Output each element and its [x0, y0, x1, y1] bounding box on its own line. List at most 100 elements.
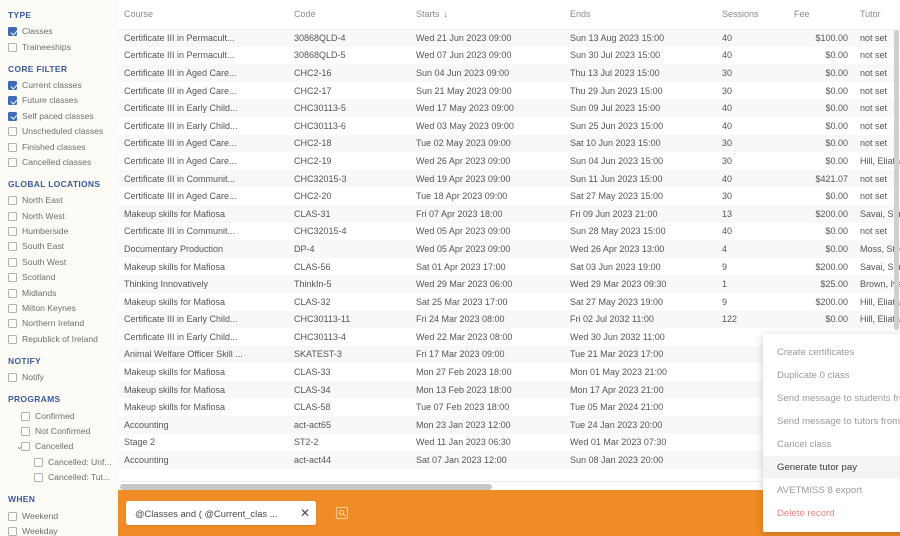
table-row[interactable]: Certificate III in Aged Care... CHC2-16 Su…	[118, 64, 900, 82]
checkbox-checked-icon[interactable]	[8, 27, 17, 37]
table-row[interactable]: Thinking Innovatively ThinkIn-5 Wed 29 Mar…	[118, 275, 900, 293]
checkbox-icon[interactable]	[21, 442, 30, 452]
checkbox-icon[interactable]	[8, 142, 17, 152]
context-menu-item[interactable]: Send message to students from 0 class	[763, 387, 900, 410]
context-menu-item[interactable]: Cancel class	[763, 433, 900, 456]
cell-code: CLAS-31	[294, 208, 331, 219]
cell-code: DP-4	[294, 243, 315, 254]
checkbox-icon[interactable]	[8, 334, 17, 344]
context-menu-item[interactable]: Delete record	[763, 502, 900, 525]
filter-option[interactable]: North East	[8, 193, 118, 208]
column-header-code[interactable]: Code	[288, 0, 410, 30]
checkbox-icon[interactable]	[8, 127, 17, 137]
checkbox-icon[interactable]	[8, 242, 17, 252]
filter-option[interactable]: Milton Keynes	[8, 301, 118, 316]
checkbox-icon[interactable]	[8, 42, 17, 52]
checkbox-icon[interactable]	[21, 411, 30, 421]
table-row[interactable]: Certificate III in Aged Care... CHC2-17 Su…	[118, 81, 900, 100]
column-header-tutor[interactable]: Tutor	[854, 0, 900, 30]
table-head: Course Code Starts ↓ Ends Sessions Fee Tu…	[118, 0, 900, 30]
column-header-sessions[interactable]: Sessions	[716, 0, 788, 30]
cell-fee: $0.00	[825, 103, 848, 114]
column-header-starts[interactable]: Starts ↓	[410, 0, 564, 30]
checkbox-icon[interactable]	[8, 304, 17, 314]
cell-ends: Mon 01 May 2023 21:00	[570, 367, 668, 378]
filter-option-label: Cancelled	[35, 441, 74, 452]
table-row[interactable]: Certificate III in Early Child... CHC3011…	[118, 310, 900, 329]
table-row[interactable]: Documentary Production DP-4 Wed 05 Apr 202…	[118, 240, 900, 258]
checkbox-icon[interactable]	[8, 196, 17, 206]
filter-option[interactable]: Not Confirmed	[8, 424, 118, 439]
checkbox-checked-icon[interactable]	[8, 80, 17, 90]
column-header-fee[interactable]: Fee	[788, 0, 854, 30]
save-search-icon[interactable]	[334, 506, 349, 521]
filter-option[interactable]: Finished classes	[8, 139, 118, 154]
filter-option[interactable]: South West	[8, 255, 118, 270]
checkbox-icon[interactable]	[8, 157, 17, 167]
table-vertical-scrollbar-thumb[interactable]	[893, 30, 899, 330]
filter-option[interactable]: Cancelled classes	[8, 155, 118, 170]
checkbox-checked-icon[interactable]	[8, 111, 17, 121]
table-row[interactable]: Makeup skills for Mafiosa CLAS-56 Sat 01 A…	[118, 257, 900, 276]
table-row[interactable]: Certificate III in Permacult... 30868QLD-…	[118, 46, 900, 65]
filter-option[interactable]: Cancelled: Unf...	[8, 455, 118, 470]
filter-option[interactable]: Future classes	[8, 93, 118, 108]
filter-option[interactable]: Midlands	[8, 285, 118, 300]
filter-option[interactable]: ⌄ Cancelled	[8, 439, 118, 454]
filter-option[interactable]: Classes	[8, 24, 118, 39]
checkbox-icon[interactable]	[8, 373, 17, 383]
filter-option[interactable]: Northern Ireland	[8, 316, 118, 331]
table-row[interactable]: Certificate III in Aged Care... CHC2-20 Tu…	[118, 187, 900, 205]
checkbox-icon[interactable]	[8, 273, 17, 283]
table-row[interactable]: Certificate III in Aged Care... CHC2-19 We…	[118, 152, 900, 170]
context-menu-item[interactable]: Duplicate 0 class	[763, 364, 900, 387]
filter-option[interactable]: Current classes	[8, 78, 118, 93]
filter-option[interactable]: South East	[8, 239, 118, 254]
filter-option-label: Weekday	[22, 525, 58, 536]
checkbox-icon[interactable]	[8, 211, 17, 221]
filter-option[interactable]: Notify	[8, 370, 118, 385]
table-row[interactable]: Makeup skills for Mafiosa CLAS-32 Sat 25 M…	[118, 292, 900, 311]
table-row[interactable]: Certificate III in Early Child... CHC3011…	[118, 99, 900, 117]
checkbox-icon[interactable]	[8, 288, 17, 298]
table-row[interactable]: Certificate III in Aged Care... CHC2-18 Tu…	[118, 134, 900, 153]
context-menu-item[interactable]: AVETMISS 8 export	[763, 479, 900, 502]
filter-option[interactable]: Cancelled: Tut...	[8, 470, 118, 485]
table-horizontal-scrollbar-thumb[interactable]	[120, 483, 492, 490]
clear-search-icon[interactable]: ✕	[300, 507, 310, 519]
checkbox-icon[interactable]	[34, 457, 43, 467]
filter-option[interactable]: Weekend	[8, 508, 118, 523]
context-menu-item[interactable]: Generate tutor pay	[763, 456, 900, 479]
checkbox-checked-icon[interactable]	[8, 96, 17, 106]
checkbox-icon[interactable]	[8, 227, 17, 237]
filter-option[interactable]: Scotland	[8, 270, 118, 285]
table-row[interactable]: Certificate III in Permacult... 30868QLD-…	[118, 29, 900, 47]
column-header-ends[interactable]: Ends	[564, 0, 716, 30]
checkbox-icon[interactable]	[8, 526, 17, 536]
search-field[interactable]: @Classes and ( @Current_clas ... ✕	[126, 501, 316, 525]
table-row[interactable]: Makeup skills for Mafiosa CLAS-31 Fri 07 A…	[118, 204, 900, 223]
checkbox-icon[interactable]	[8, 257, 17, 267]
checkbox-icon[interactable]	[34, 473, 43, 483]
column-header-course[interactable]: Course	[118, 0, 288, 30]
filter-option[interactable]: Self paced classes	[8, 109, 118, 124]
filter-sidebar: TYPE Classes Traineeships CORE FILTER Curren…	[0, 0, 118, 536]
filter-option[interactable]: Republick of Ireland	[8, 332, 118, 347]
filter-option[interactable]: North West	[8, 209, 118, 224]
filter-option[interactable]: Unscheduled classes	[8, 124, 118, 139]
table-row[interactable]: Certificate III in Early Child... CHC3011…	[118, 116, 900, 135]
table-row[interactable]: Certificate III in Communit... CHC32015-3…	[118, 169, 900, 188]
cell-starts: Wed 19 Apr 2023 09:00	[416, 173, 511, 184]
filter-option[interactable]: Traineeships	[8, 39, 118, 54]
context-menu-item[interactable]: Send message to tutors from 0 class	[763, 410, 900, 433]
table-row[interactable]: Certificate III in Communit... CHC32015-4…	[118, 222, 900, 241]
filter-option[interactable]: Confirmed	[8, 408, 118, 423]
checkbox-icon[interactable]	[21, 427, 30, 436]
checkbox-icon[interactable]	[8, 511, 17, 521]
cell-sessions: 30	[722, 85, 733, 96]
context-menu-item[interactable]: Create certificates	[763, 341, 900, 364]
checkbox-icon[interactable]	[8, 319, 17, 329]
filter-option[interactable]: Weekday	[8, 524, 118, 536]
filter-option[interactable]: Humberside	[8, 224, 118, 239]
search-input[interactable]: @Classes and ( @Current_clas ...	[135, 508, 295, 519]
